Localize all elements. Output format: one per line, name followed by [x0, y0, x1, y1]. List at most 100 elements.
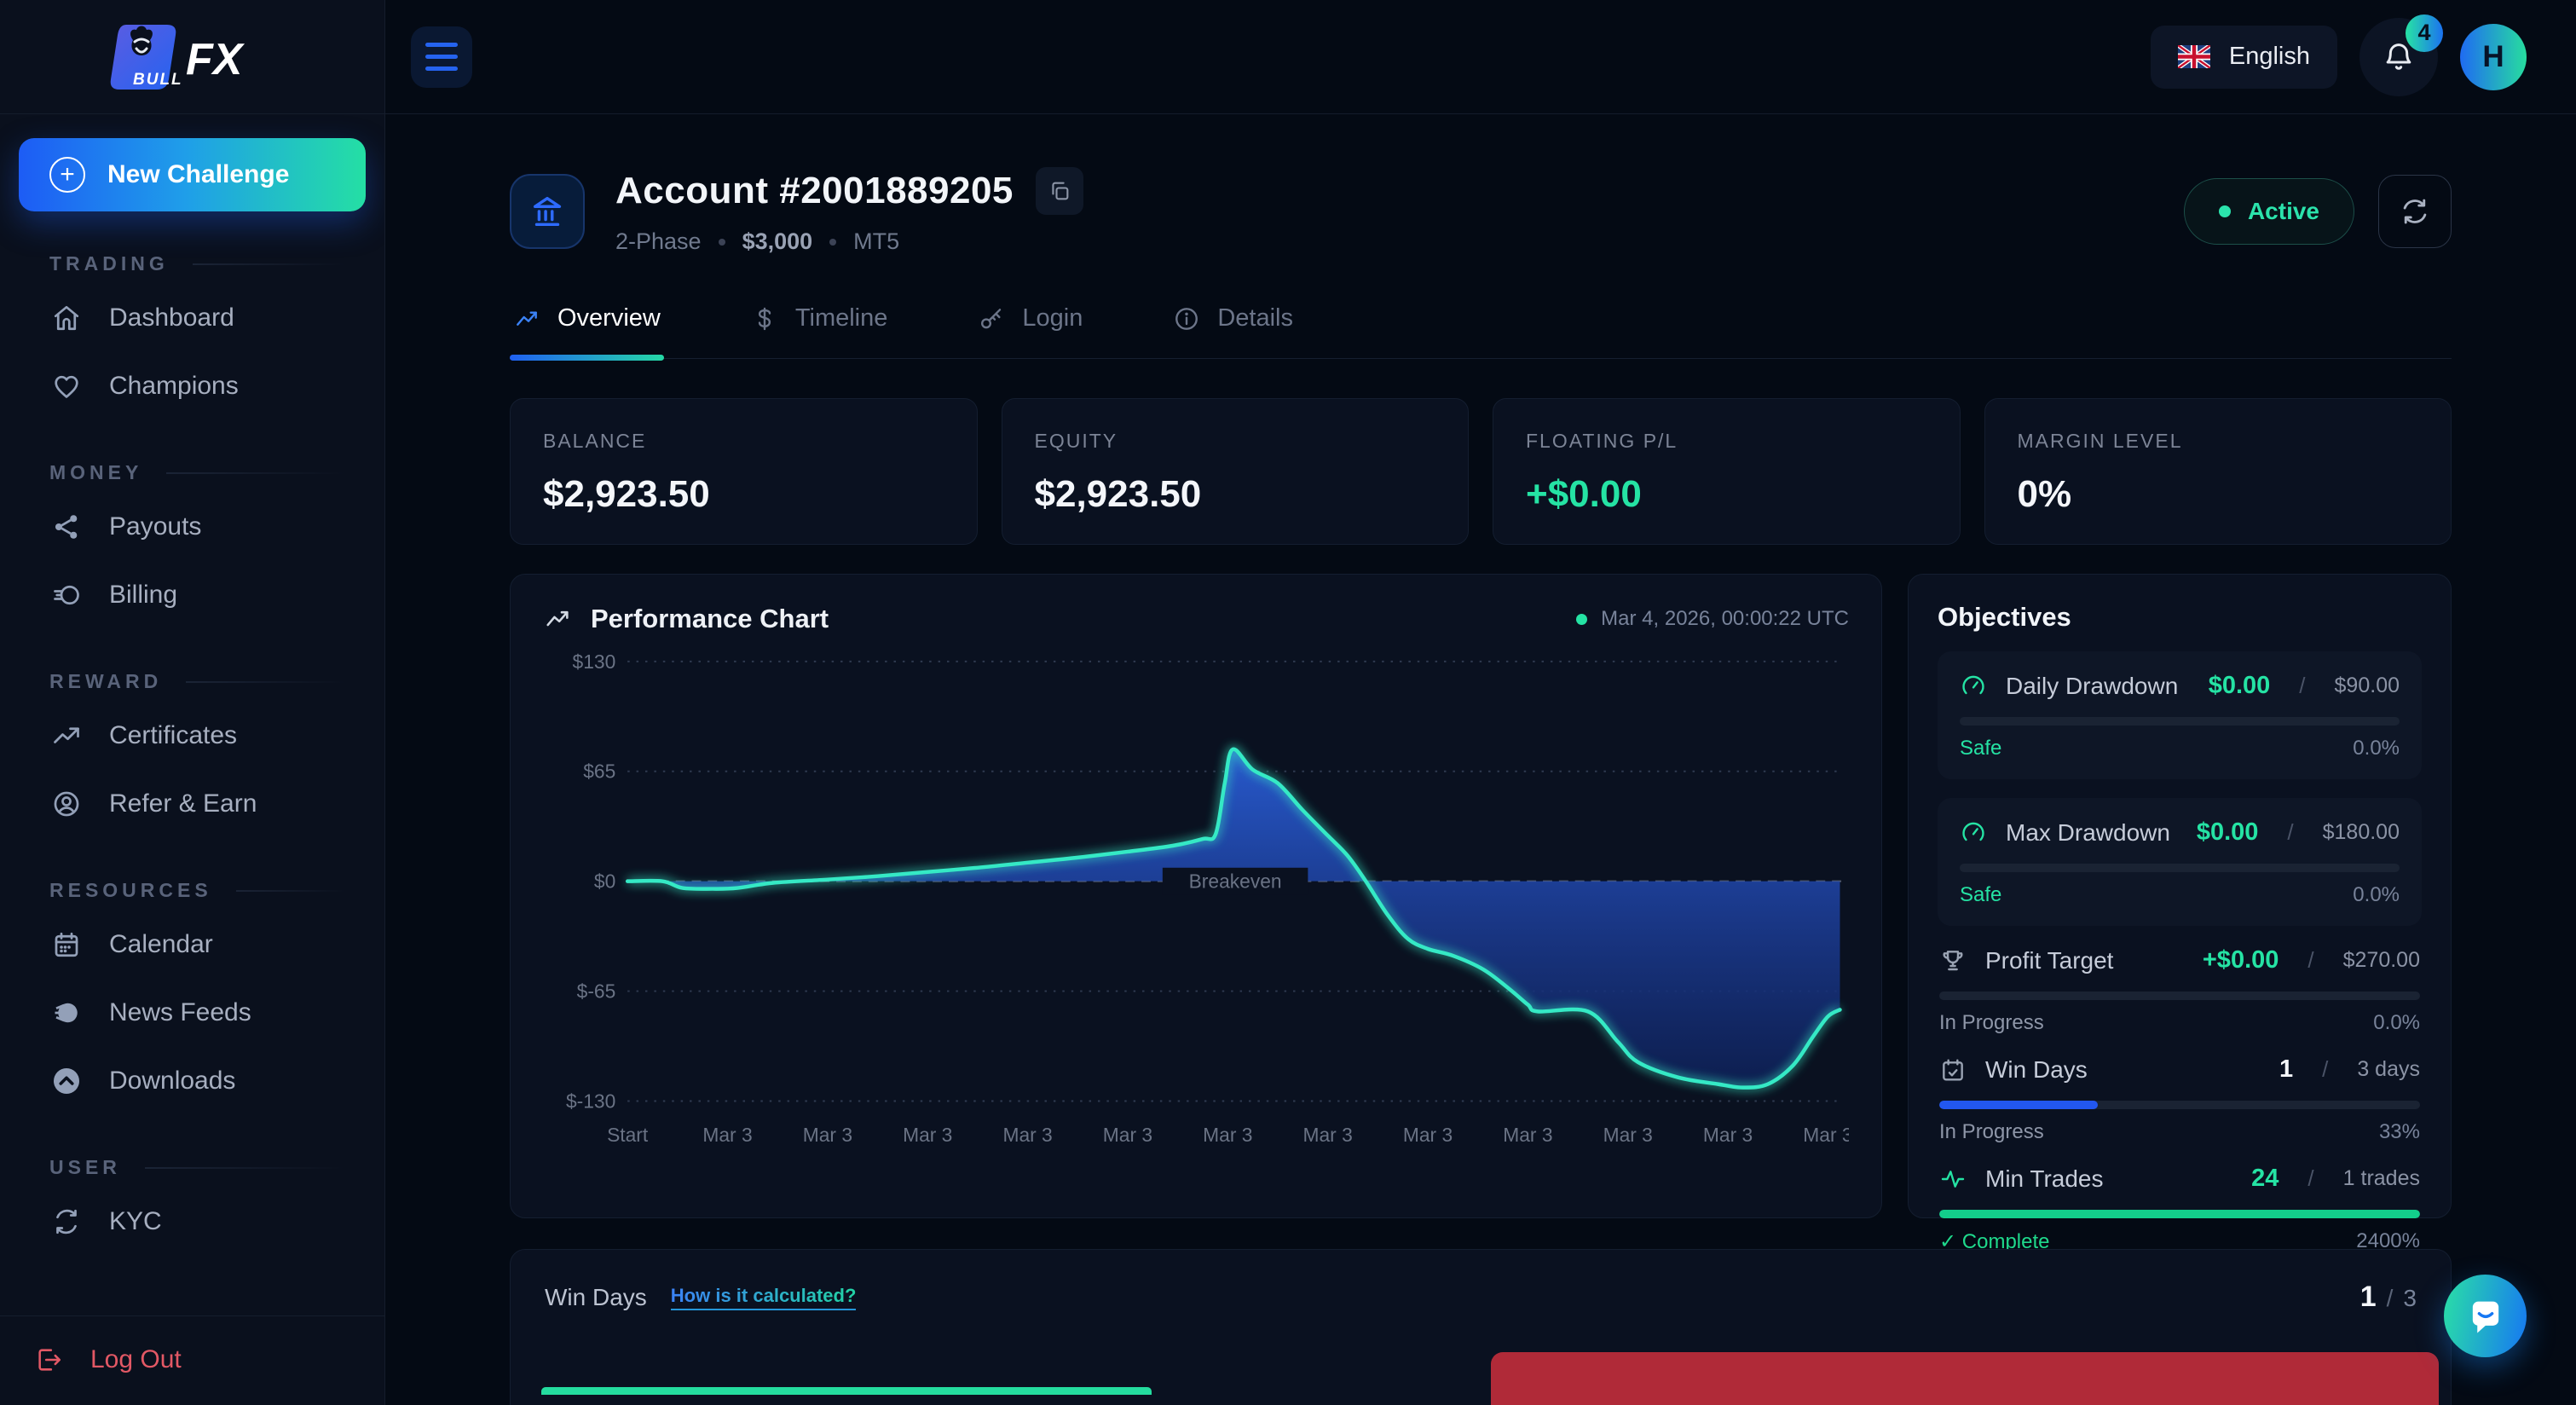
active-tab-underline — [510, 355, 664, 361]
sidebar-item-refer-earn[interactable]: Refer & Earn — [19, 770, 366, 838]
new-challenge-button[interactable]: + New Challenge — [19, 138, 366, 211]
objective-daily-drawdown: Daily Drawdown $0.00 / $90.00 Safe 0.0% — [1938, 651, 2422, 779]
objective-status: Safe — [1960, 737, 2001, 760]
brand-logo[interactable]: BULL FX — [0, 0, 384, 114]
sidebar-section-label: REWARD — [19, 670, 366, 693]
sidebar-item-payouts[interactable]: Payouts — [19, 493, 366, 561]
svg-text:Breakeven: Breakeven — [1189, 870, 1282, 893]
heart-icon — [51, 371, 82, 402]
hamburger-icon — [425, 43, 458, 47]
objective-progress-bar — [1939, 1210, 2420, 1218]
account-header: Account #2001889205 2-Phase $3,000 MT5 — [510, 167, 2452, 255]
refresh-account-button[interactable] — [2378, 175, 2452, 248]
sidebar-section-label: RESOURCES — [19, 879, 366, 902]
plus-circle-icon: + — [49, 157, 85, 193]
objective-progress-bar — [1960, 864, 2400, 872]
svg-text:$-130: $-130 — [566, 1090, 615, 1112]
account-subtitle: 2-Phase $3,000 MT5 — [615, 228, 2184, 255]
sidebar-item-kyc[interactable]: KYC — [19, 1188, 366, 1256]
how-calculated-link[interactable]: How is it calculated? — [671, 1285, 857, 1310]
sidebar-item-logout[interactable]: Log Out — [0, 1315, 384, 1405]
svg-text:Mar 3: Mar 3 — [1403, 1124, 1453, 1146]
status-dot-icon — [2219, 205, 2231, 217]
uk-flag-icon — [2178, 45, 2210, 68]
news-icon — [51, 997, 82, 1028]
tab-timeline[interactable]: Timeline — [748, 292, 892, 358]
sidebar-section-trading: TRADING Dashboard Champions — [19, 252, 366, 420]
page-content: Account #2001889205 2-Phase $3,000 MT5 — [385, 114, 2576, 1405]
sidebar-item-downloads[interactable]: Downloads — [19, 1047, 366, 1115]
performance-chart-card: Performance Chart Mar 4, 2026, 00:00:22 … — [510, 574, 1882, 1218]
svg-text:Mar 3: Mar 3 — [1103, 1124, 1152, 1146]
sidebar-item-calendar[interactable]: Calendar — [19, 911, 366, 979]
sidebar-section-money: MONEY Payouts Billing — [19, 461, 366, 629]
win-days-count: 1 / 3 — [2360, 1281, 2417, 1314]
sidebar-section-label: TRADING — [19, 252, 366, 275]
trend-icon — [543, 604, 572, 633]
svg-text:Mar 3: Mar 3 — [803, 1124, 852, 1146]
refresh-icon — [2399, 195, 2431, 228]
svg-text:Mar 3: Mar 3 — [1002, 1124, 1052, 1146]
win-days-title: Win Days — [545, 1284, 647, 1311]
objectives-title: Objectives — [1938, 602, 2422, 633]
svg-text:FX: FX — [186, 35, 245, 84]
charts-row: Performance Chart Mar 4, 2026, 00:00:22 … — [510, 574, 2452, 1218]
tab-details[interactable]: Details — [1170, 292, 1297, 358]
sidebar-section-user: USER KYC — [19, 1156, 366, 1256]
copy-account-button[interactable] — [1036, 167, 1083, 215]
gauge-icon — [1960, 673, 1987, 700]
sidebar-item-news-feeds[interactable]: News Feeds — [19, 979, 366, 1047]
topbar-right: English 4 H — [2151, 18, 2527, 96]
trend-icon — [513, 305, 540, 332]
sidebar-item-champions[interactable]: Champions — [19, 352, 366, 420]
objective-percent: 0.0% — [2353, 737, 2400, 760]
sidebar-section-label: USER — [19, 1156, 366, 1179]
account-phase: 2-Phase — [615, 228, 702, 255]
svg-text:Mar 3: Mar 3 — [1503, 1124, 1552, 1146]
svg-text:$0: $0 — [594, 870, 615, 893]
hamburger-menu-button[interactable] — [411, 26, 472, 88]
objective-status: In Progress — [1939, 1011, 2044, 1035]
bank-icon — [510, 174, 585, 249]
sidebar-item-certificates[interactable]: Certificates — [19, 702, 366, 770]
svg-text:Mar 3: Mar 3 — [1603, 1124, 1653, 1146]
svg-text:BULL: BULL — [133, 71, 183, 89]
language-selector[interactable]: English — [2151, 26, 2337, 89]
key-icon — [978, 305, 1005, 332]
svg-text:Mar 3: Mar 3 — [1703, 1124, 1753, 1146]
language-label: English — [2229, 43, 2310, 71]
tab-login[interactable]: Login — [974, 292, 1086, 358]
home-icon — [51, 303, 82, 333]
stat-card-floating-p-l: FLOATING P/L +$0.00 — [1493, 398, 1961, 545]
info-icon — [1173, 305, 1200, 332]
avatar[interactable]: H — [2460, 24, 2527, 90]
account-actions: Active — [2184, 175, 2452, 248]
objective-max-drawdown: Max Drawdown $0.00 / $180.00 Safe 0.0% — [1938, 798, 2422, 926]
objective-profit-target: Profit Target +$0.00 / $270.00 In Progre… — [1938, 946, 2422, 1035]
sync-icon — [51, 1206, 82, 1237]
gauge-icon — [1960, 819, 1987, 847]
sidebar-section-resources: RESOURCES Calendar News Feeds Downloads — [19, 879, 366, 1115]
dollar-icon — [751, 305, 778, 332]
logout-icon — [34, 1345, 63, 1374]
objective-percent: 0.0% — [2353, 883, 2400, 907]
sidebar-item-billing[interactable]: Billing — [19, 561, 366, 629]
chat-support-button[interactable] — [2444, 1275, 2527, 1357]
sidebar-item-dashboard[interactable]: Dashboard — [19, 284, 366, 352]
stat-card-balance: BALANCE $2,923.50 — [510, 398, 978, 545]
win-days-green-bar — [541, 1387, 1152, 1395]
status-label: Active — [2248, 198, 2319, 225]
svg-text:Mar 3: Mar 3 — [1803, 1124, 1849, 1146]
download-circle-icon — [51, 1066, 82, 1096]
live-dot-icon — [1576, 614, 1587, 625]
objective-progress-bar — [1939, 992, 2420, 1000]
stat-card-equity: EQUITY $2,923.50 — [1002, 398, 1470, 545]
chart-timestamp: Mar 4, 2026, 00:00:22 UTC — [1576, 607, 1849, 631]
performance-area-chart[interactable]: $130$65$0$-65$-130BreakevenStartMar 3Mar… — [543, 646, 1849, 1160]
svg-text:Mar 3: Mar 3 — [1303, 1124, 1353, 1146]
calendar-icon — [51, 929, 82, 960]
tab-overview[interactable]: Overview — [510, 292, 664, 358]
performance-chart-title: Performance Chart — [591, 604, 829, 634]
objectives-list: Daily Drawdown $0.00 / $90.00 Safe 0.0% … — [1938, 651, 2422, 1254]
notifications-button[interactable]: 4 — [2359, 18, 2438, 96]
